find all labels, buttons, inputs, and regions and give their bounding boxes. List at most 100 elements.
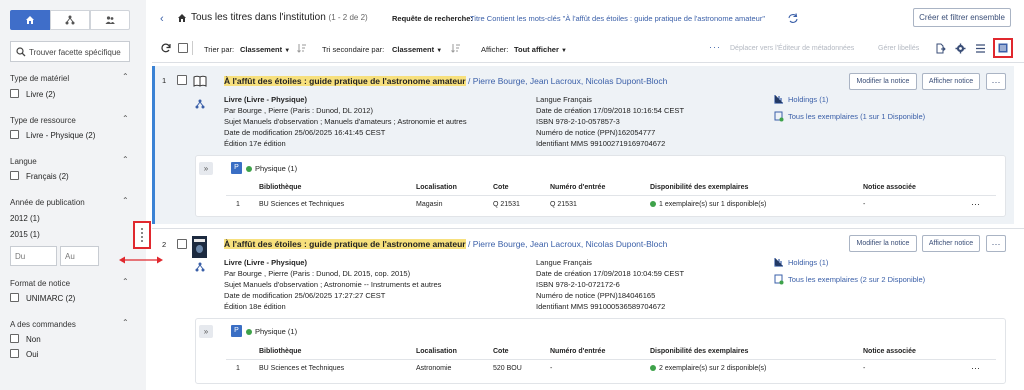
row-location-link[interactable]: Astronomie — [416, 365, 451, 372]
facet-year-2015[interactable]: 2015 (1) — [10, 230, 40, 239]
cover-title-bar — [194, 239, 205, 242]
detailed-view-icon — [998, 43, 1008, 53]
holdings-link[interactable]: Holdings (1) — [788, 95, 828, 104]
col-availability: Disponibilité des exemplaires — [650, 348, 749, 355]
record-subject: Sujet Manuels d'observation ; Astronomie… — [224, 280, 442, 289]
hierarchy-icon[interactable] — [195, 262, 205, 272]
record-more-button[interactable]: ··· — [986, 235, 1006, 252]
facet-option-oui: Oui — [26, 350, 39, 359]
year-to-input[interactable]: Au — [60, 246, 99, 266]
chevron-up-icon[interactable]: ⌃ — [122, 114, 129, 123]
show-record-button[interactable]: Afficher notice — [922, 73, 980, 90]
facet-checkbox-unimarc[interactable] — [10, 293, 19, 302]
edit-record-button[interactable]: Modifier la notice — [849, 73, 917, 90]
facet-checkbox-livre-physique[interactable] — [10, 130, 19, 139]
refresh-icon[interactable] — [161, 43, 171, 53]
refresh-query-icon[interactable] — [787, 13, 799, 23]
record-language: Langue Français — [536, 258, 592, 267]
facet-search-placeholder: Trouver facette spécifique — [29, 48, 121, 57]
col-associated: Notice associée — [863, 184, 916, 191]
record-language: Langue Français — [536, 95, 592, 104]
facet-title-language: Langue — [10, 157, 37, 166]
sidebar-resize-handle[interactable] — [133, 221, 151, 249]
items-link[interactable]: Tous les exemplaires (2 sur 2 Disponible… — [788, 275, 925, 284]
items-link[interactable]: Tous les exemplaires (1 sur 1 Disponible… — [788, 112, 925, 121]
drag-grip-icon — [141, 228, 143, 242]
holdings-link[interactable]: Holdings (1) — [788, 258, 828, 267]
result-count: (1 - 2 de 2) — [328, 13, 368, 22]
holdings-icon — [774, 95, 783, 104]
facet-option-francais: Français (2) — [26, 172, 69, 181]
create-filter-set-button[interactable]: Créer et filtrer ensemble — [913, 8, 1011, 27]
move-to-editor-button[interactable]: Déplacer vers l'Éditeur de métadonnées — [730, 45, 854, 52]
detailed-view-toggle[interactable] — [993, 38, 1013, 58]
record-edition: Édition 18e édition — [224, 302, 286, 311]
record-number: 1 — [162, 76, 167, 85]
col-library: Bibliothèque — [259, 348, 302, 355]
home-tab[interactable] — [10, 10, 50, 30]
collapse-chevron-icon[interactable]: » — [199, 325, 213, 338]
collapse-chevron-icon[interactable]: » — [199, 162, 213, 175]
facet-year-2012[interactable]: 2012 (1) — [10, 214, 40, 223]
record-title-text: À l'affût des étoiles : guide pratique d… — [224, 76, 466, 86]
facet-checkbox-livre[interactable] — [10, 89, 19, 98]
hierarchy-icon[interactable] — [195, 99, 205, 109]
table-divider — [226, 195, 996, 196]
row-index: 1 — [236, 365, 240, 372]
items-icon — [774, 274, 784, 285]
record-edition: Édition 17e édition — [224, 139, 286, 148]
hierarchy-icon — [65, 15, 75, 25]
sort-select[interactable]: Classement ▼ — [240, 45, 290, 54]
query-value[interactable]: Titre Contient les mots-clés "À l'affût … — [470, 14, 765, 23]
edit-record-label: Modifier la notice — [856, 240, 910, 247]
chevron-up-icon[interactable]: ⌃ — [122, 196, 129, 205]
select-all-checkbox[interactable] — [178, 43, 188, 53]
edit-record-button[interactable]: Modifier la notice — [849, 235, 917, 252]
chevron-up-icon[interactable]: ⌃ — [122, 318, 129, 327]
col-associated: Notice associée — [863, 348, 916, 355]
record-more-button[interactable]: ··· — [986, 73, 1006, 90]
export-icon[interactable] — [935, 43, 946, 54]
chevron-up-icon[interactable]: ⌃ — [122, 72, 129, 81]
record-isbn: ISBN 978-2-10-072172-6 — [536, 280, 620, 289]
users-tab[interactable] — [90, 10, 130, 30]
row-availability: 1 exemplaire(s) sur 1 disponible(s) — [650, 201, 766, 208]
row-more-icon[interactable]: ··· — [971, 199, 980, 209]
secondary-sort-select[interactable]: Classement ▼ — [392, 45, 442, 54]
back-chevron-icon[interactable]: ‹ — [160, 13, 164, 25]
year-from-placeholder: Du — [15, 252, 26, 261]
secondary-sort-direction-icon[interactable] — [451, 43, 461, 53]
row-more-icon[interactable]: ··· — [971, 363, 980, 373]
row-location-link[interactable]: Magasin — [416, 201, 442, 208]
chevron-up-icon[interactable]: ⌃ — [122, 155, 129, 164]
toolbar-divider — [192, 41, 193, 55]
list-view-icon[interactable] — [975, 43, 986, 54]
record-title[interactable]: À l'affût des étoiles : guide pratique d… — [224, 76, 667, 86]
facet-search-input[interactable]: Trouver facette spécifique — [10, 41, 130, 62]
manage-labels-button[interactable]: Gérer libellés — [878, 45, 919, 52]
hierarchy-tab[interactable] — [50, 10, 90, 30]
book-cover-thumbnail[interactable] — [192, 236, 207, 258]
available-dot-icon — [650, 365, 656, 372]
show-record-label: Afficher notice — [928, 240, 974, 247]
chevron-up-icon[interactable]: ⌃ — [122, 277, 129, 286]
record-title[interactable]: À l'affût des étoiles : guide pratique d… — [224, 239, 667, 249]
record-checkbox[interactable] — [177, 239, 187, 249]
show-record-button[interactable]: Afficher notice — [922, 235, 980, 252]
holdings-icon — [774, 258, 783, 267]
record-checkbox[interactable] — [177, 75, 187, 85]
facet-checkbox-non[interactable] — [10, 334, 19, 343]
sort-direction-icon[interactable] — [297, 43, 307, 53]
gear-icon[interactable] — [955, 43, 966, 54]
facet-checkbox-oui[interactable] — [10, 349, 19, 358]
facet-option-livre: Livre (2) — [26, 90, 56, 99]
physical-badge: P — [231, 325, 242, 337]
more-actions-icon[interactable]: ··· — [709, 42, 721, 52]
facet-checkbox-francais[interactable] — [10, 171, 19, 180]
create-filter-set-label: Créer et filtrer ensemble — [919, 13, 1005, 22]
row-call-number: Q 21531 — [493, 201, 520, 208]
cover-star-graphic — [196, 245, 203, 253]
record-notice-number: Numéro de notice (PPN)162054777 — [536, 128, 656, 137]
display-select[interactable]: Tout afficher ▼ — [514, 45, 567, 54]
year-from-input[interactable]: Du — [10, 246, 57, 266]
